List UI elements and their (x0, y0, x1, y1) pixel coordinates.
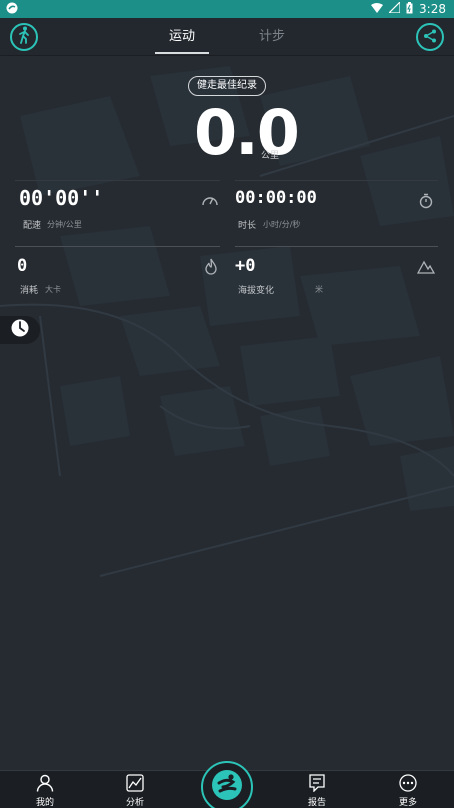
altitude-unit: 米 (315, 285, 323, 294)
more-icon (399, 774, 417, 792)
nav-label: 报告 (307, 798, 326, 808)
best-record-button[interactable]: 健走最佳纪录 (188, 76, 266, 96)
app-notification-icon (6, 2, 18, 17)
battery-icon (406, 1, 413, 17)
divider (235, 180, 438, 181)
calories-value: 0 (17, 256, 28, 276)
distance-value: 0.0 (194, 96, 300, 169)
nav-item-more[interactable]: 更多 (383, 771, 433, 808)
share-button[interactable] (416, 23, 444, 51)
clock-icon (10, 318, 30, 342)
runner-logo-icon (211, 769, 243, 805)
walking-person-icon (16, 26, 32, 48)
calories-label: 消耗 (20, 286, 39, 296)
calories-unit: 大卡 (45, 285, 61, 294)
person-icon (36, 774, 54, 792)
divider (15, 180, 220, 181)
altitude-label: 海拔变化 (238, 286, 275, 296)
mountain-icon (416, 259, 436, 277)
signal-icon (387, 0, 401, 16)
duration-value: 00:00:00 (235, 188, 317, 208)
status-bar: 3:28 (0, 0, 454, 18)
duration-unit: 小时/分/秒 (263, 220, 301, 229)
flame-icon (203, 258, 221, 276)
report-icon (308, 774, 326, 793)
nav-label: 更多 (398, 798, 417, 808)
nav-item-mine[interactable]: 我的 (20, 771, 70, 808)
pace-label: 配速 (23, 221, 42, 231)
nav-label: 分析 (125, 798, 144, 808)
tab-exercise[interactable]: 运动 (154, 18, 210, 56)
history-clock-button[interactable] (0, 316, 40, 344)
stopwatch-icon (418, 193, 436, 211)
wifi-icon (371, 2, 384, 16)
pace-value: 00'00'' (19, 186, 104, 210)
nav-item-report[interactable]: 报告 (292, 771, 342, 808)
top-header: 运动 计步 (0, 18, 454, 56)
start-workout-button[interactable] (201, 761, 253, 808)
divider (235, 246, 438, 247)
tab-bar: 运动 计步 (0, 18, 454, 56)
altitude-value: +0 (235, 256, 256, 276)
nav-item-analysis[interactable]: 分析 (110, 771, 160, 808)
walk-mode-button[interactable] (10, 23, 38, 51)
duration-label: 时长 (238, 221, 257, 231)
speedometer-icon (201, 192, 219, 210)
nav-label: 我的 (35, 798, 54, 808)
chart-icon (126, 774, 144, 792)
divider (15, 246, 220, 247)
status-time: 3:28 (419, 2, 446, 16)
distance-unit: 公里 (261, 151, 280, 161)
tab-pedometer[interactable]: 计步 (245, 18, 299, 56)
share-icon (423, 28, 437, 47)
pace-unit: 分钟/公里 (47, 220, 82, 229)
